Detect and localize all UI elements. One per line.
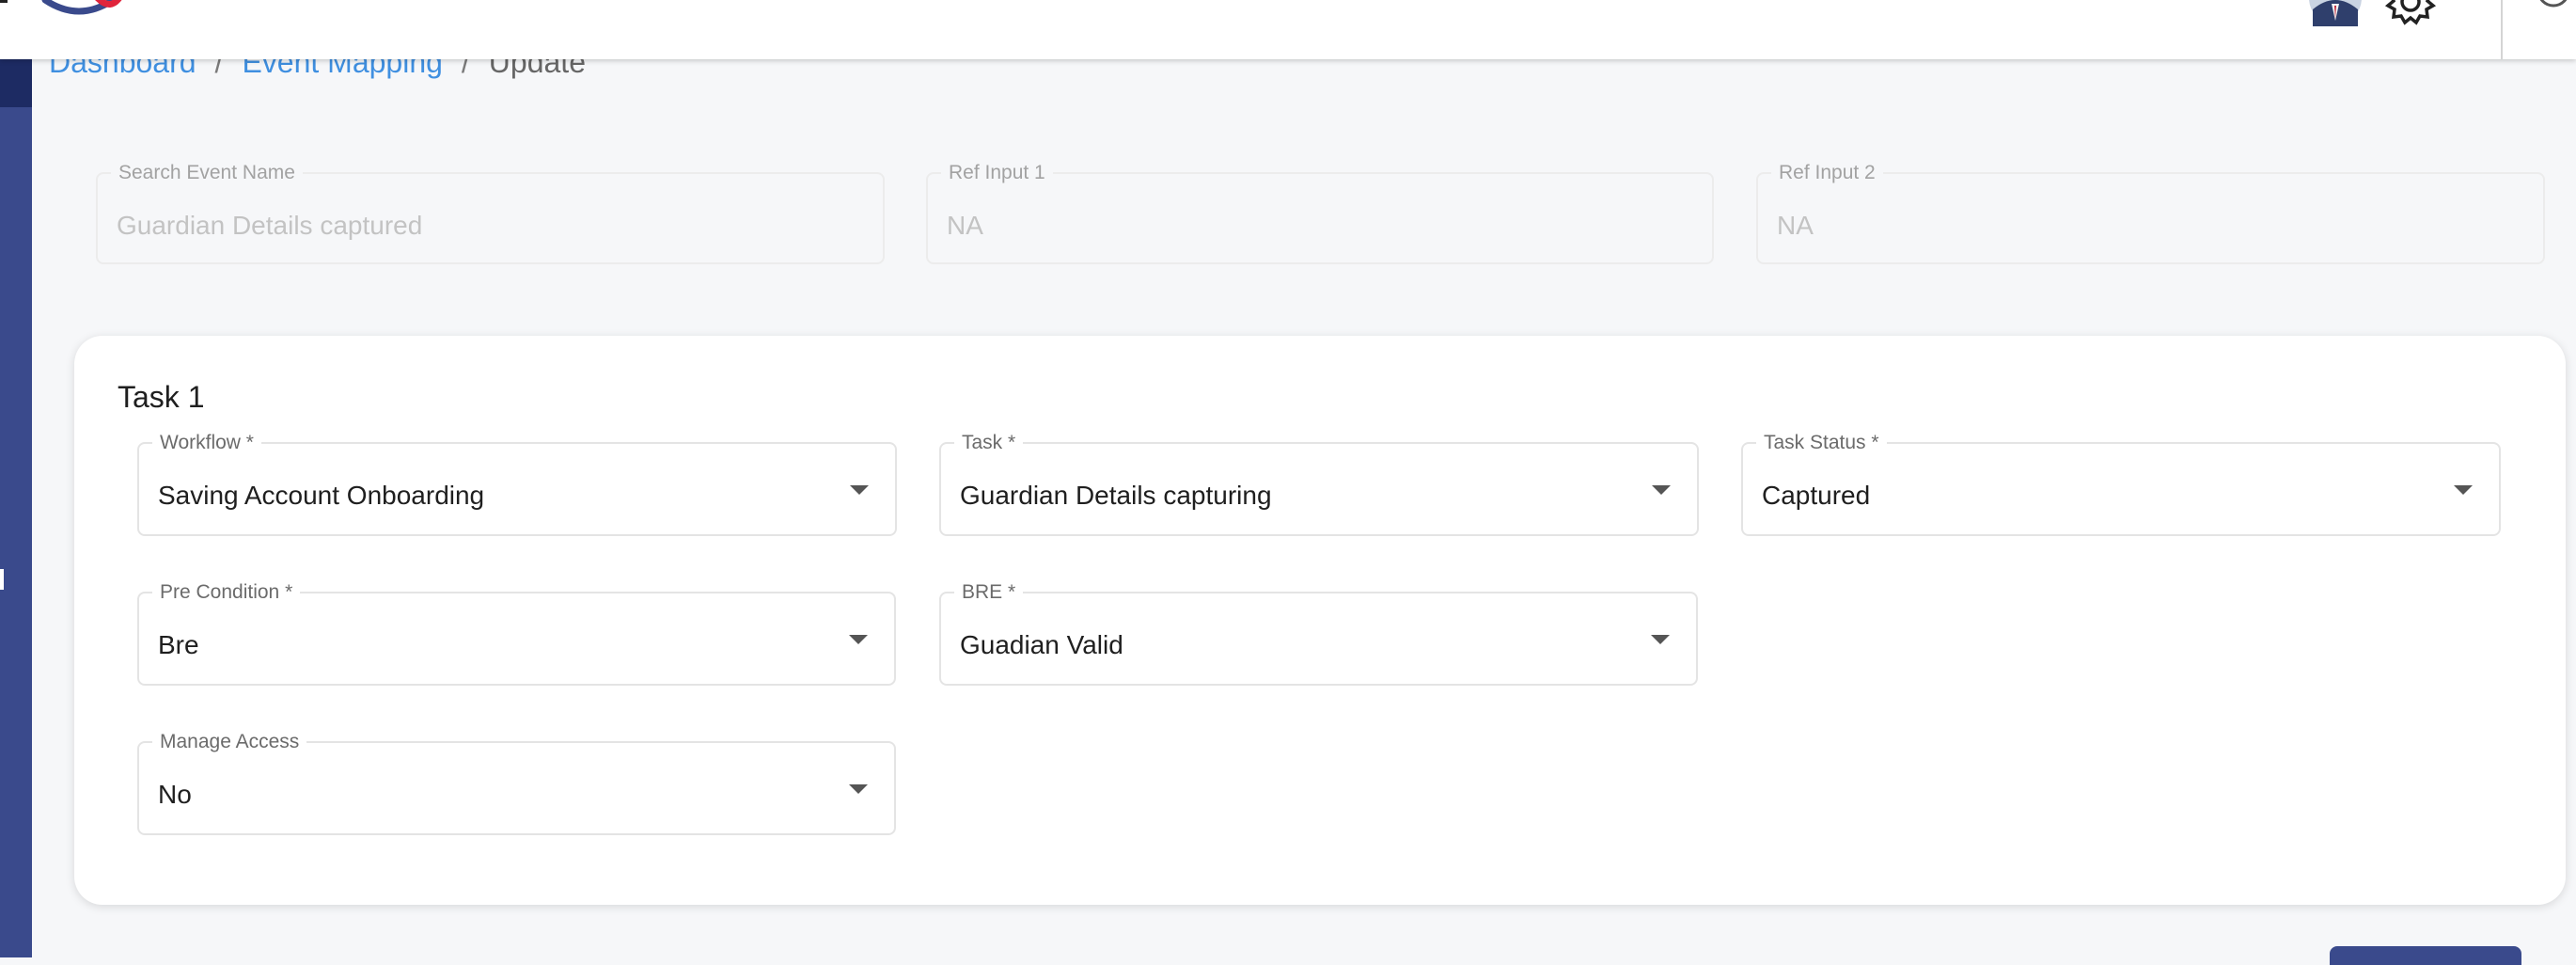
search-event-name-field[interactable]: Search Event Name Guardian Details captu… [96, 161, 885, 264]
field-value: No [158, 780, 192, 809]
ref-input-1-field[interactable]: Ref Input 1 NA [926, 161, 1714, 264]
submit-button[interactable] [2330, 946, 2521, 965]
field-label: Ref Input 1 [941, 161, 1053, 185]
chevron-down-icon[interactable] [850, 485, 869, 495]
field-label: Task * [954, 431, 1024, 455]
top-header [0, 0, 2576, 59]
field-value: NA [1777, 211, 1814, 240]
field-value: Bre [158, 630, 199, 659]
bre-select[interactable]: BRE * Guadian Valid [939, 580, 1698, 686]
task-select[interactable]: Task * Guardian Details capturing [939, 431, 1699, 536]
power-icon[interactable] [2533, 0, 2574, 15]
user-avatar-icon[interactable] [2307, 0, 2364, 26]
field-label: Task Status * [1756, 431, 1887, 455]
chevron-down-icon[interactable] [2454, 485, 2473, 495]
task-card: Task 1 Workflow * Saving Account Onboard… [74, 336, 2566, 905]
chevron-down-icon[interactable] [849, 635, 868, 644]
field-label: BRE * [954, 580, 1024, 605]
field-label: Search Event Name [111, 161, 303, 185]
menu-icon[interactable] [0, 0, 8, 9]
sidebar [0, 0, 32, 957]
field-value: NA [947, 211, 983, 240]
field-value: Saving Account Onboarding [158, 481, 485, 510]
field-value: Guadian Valid [960, 630, 1123, 659]
header-divider [2501, 0, 2503, 59]
chevron-down-icon[interactable] [1652, 485, 1671, 495]
task-status-select[interactable]: Task Status * Captured [1741, 431, 2501, 536]
chevron-down-icon[interactable] [1651, 635, 1670, 644]
field-value: Captured [1762, 481, 1871, 510]
sidebar-indicator [0, 569, 4, 590]
task-card-title: Task 1 [118, 380, 205, 414]
field-label: Manage Access [152, 730, 307, 754]
sidebar-active-item[interactable] [0, 58, 32, 107]
workflow-select[interactable]: Workflow * Saving Account Onboarding [137, 431, 897, 536]
field-label: Ref Input 2 [1771, 161, 1883, 185]
chevron-down-icon[interactable] [849, 784, 868, 794]
brand-logo-icon[interactable] [41, 0, 122, 21]
field-value: Guardian Details captured [117, 211, 423, 240]
pre-condition-select[interactable]: Pre Condition * Bre [137, 580, 896, 686]
ref-input-2-field[interactable]: Ref Input 2 NA [1756, 161, 2545, 264]
manage-access-select[interactable]: Manage Access No [137, 730, 896, 835]
field-label: Workflow * [152, 431, 261, 455]
field-value: Guardian Details capturing [960, 481, 1272, 510]
field-label: Pre Condition * [152, 580, 301, 605]
gear-icon[interactable] [2382, 0, 2439, 28]
